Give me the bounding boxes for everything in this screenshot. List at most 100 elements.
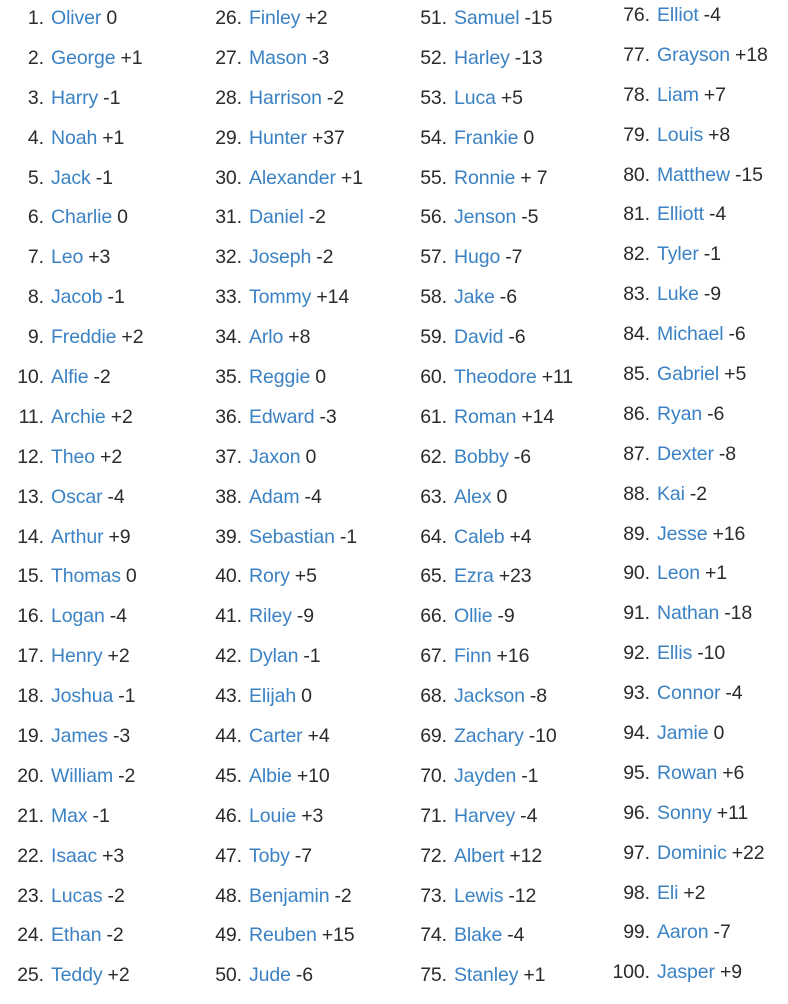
name-link[interactable]: Tyler xyxy=(657,243,699,266)
name-link[interactable]: Liam xyxy=(657,84,699,107)
name-link[interactable]: Isaac xyxy=(51,845,97,868)
name-link[interactable]: Lewis xyxy=(454,885,503,908)
name-link[interactable]: Grayson xyxy=(657,44,730,67)
name-link[interactable]: Jayden xyxy=(454,765,516,788)
name-link[interactable]: Carter xyxy=(249,725,303,748)
name-link[interactable]: Ollie xyxy=(454,605,493,628)
name-link[interactable]: Riley xyxy=(249,605,292,628)
name-link[interactable]: Daniel xyxy=(249,206,304,229)
name-link[interactable]: Elliott xyxy=(657,203,704,226)
name-link[interactable]: Ezra xyxy=(454,565,494,588)
name-link[interactable]: Jack xyxy=(51,167,91,190)
name-link[interactable]: Logan xyxy=(51,605,105,628)
name-link[interactable]: Henry xyxy=(51,645,103,668)
name-link[interactable]: Mason xyxy=(249,47,307,70)
name-link[interactable]: Hunter xyxy=(249,127,307,150)
name-link[interactable]: Oliver xyxy=(51,7,101,30)
name-link[interactable]: Samuel xyxy=(454,7,520,30)
name-link[interactable]: Albert xyxy=(454,845,504,868)
name-link[interactable]: Harry xyxy=(51,87,98,110)
name-link[interactable]: Jasper xyxy=(657,961,715,984)
name-link[interactable]: Jackson xyxy=(454,685,525,708)
name-link[interactable]: Ethan xyxy=(51,924,102,947)
name-link[interactable]: Matthew xyxy=(657,164,730,187)
name-link[interactable]: James xyxy=(51,725,108,748)
name-link[interactable]: Sonny xyxy=(657,802,712,825)
name-link[interactable]: Michael xyxy=(657,323,724,346)
name-link[interactable]: Jacob xyxy=(51,286,103,309)
name-link[interactable]: Toby xyxy=(249,845,290,868)
name-link[interactable]: Jaxon xyxy=(249,446,301,469)
name-link[interactable]: Dominic xyxy=(657,842,727,865)
name-link[interactable]: Charlie xyxy=(51,206,112,229)
name-link[interactable]: Leon xyxy=(657,562,700,585)
name-link[interactable]: Thomas xyxy=(51,565,121,588)
name-link[interactable]: Blake xyxy=(454,924,502,947)
name-link[interactable]: Dylan xyxy=(249,645,298,668)
name-link[interactable]: Tommy xyxy=(249,286,311,309)
name-link[interactable]: Louie xyxy=(249,805,296,828)
name-link[interactable]: Jenson xyxy=(454,206,516,229)
name-link[interactable]: Luke xyxy=(657,283,699,306)
name-link[interactable]: Alfie xyxy=(51,366,89,389)
name-link[interactable]: Alexander xyxy=(249,167,336,190)
name-link[interactable]: Jake xyxy=(454,286,495,309)
name-link[interactable]: Stanley xyxy=(454,964,518,987)
name-link[interactable]: Jude xyxy=(249,964,291,987)
name-link[interactable]: Jesse xyxy=(657,523,708,546)
name-link[interactable]: Connor xyxy=(657,682,720,705)
name-link[interactable]: Jamie xyxy=(657,722,709,745)
name-link[interactable]: Rowan xyxy=(657,762,717,785)
name-link[interactable]: Reggie xyxy=(249,366,310,389)
name-link[interactable]: Edward xyxy=(249,406,315,429)
name-link[interactable]: Benjamin xyxy=(249,885,330,908)
name-link[interactable]: Adam xyxy=(249,486,300,509)
name-link[interactable]: Finn xyxy=(454,645,492,668)
name-link[interactable]: Albie xyxy=(249,765,292,788)
name-link[interactable]: David xyxy=(454,326,503,349)
name-link[interactable]: Dexter xyxy=(657,443,714,466)
name-link[interactable]: Ronnie xyxy=(454,167,515,190)
name-link[interactable]: Alex xyxy=(454,486,492,509)
name-link[interactable]: Rory xyxy=(249,565,290,588)
name-link[interactable]: Arthur xyxy=(51,526,104,549)
name-link[interactable]: Luca xyxy=(454,87,496,110)
name-link[interactable]: Arlo xyxy=(249,326,283,349)
name-link[interactable]: Harvey xyxy=(454,805,515,828)
name-link[interactable]: Hugo xyxy=(454,246,500,269)
name-link[interactable]: Zachary xyxy=(454,725,524,748)
name-link[interactable]: Roman xyxy=(454,406,516,429)
name-link[interactable]: Joshua xyxy=(51,685,113,708)
name-link[interactable]: Teddy xyxy=(51,964,103,987)
name-link[interactable]: Finley xyxy=(249,7,301,30)
name-link[interactable]: Harley xyxy=(454,47,510,70)
name-link[interactable]: Sebastian xyxy=(249,526,335,549)
name-link[interactable]: Caleb xyxy=(454,526,505,549)
name-link[interactable]: Max xyxy=(51,805,88,828)
name-link[interactable]: Ryan xyxy=(657,403,702,426)
name-link[interactable]: Gabriel xyxy=(657,363,719,386)
name-link[interactable]: Freddie xyxy=(51,326,117,349)
name-link[interactable]: Oscar xyxy=(51,486,103,509)
name-link[interactable]: Harrison xyxy=(249,87,322,110)
name-link[interactable]: Kai xyxy=(657,483,685,506)
name-link[interactable]: Elliot xyxy=(657,4,699,27)
name-link[interactable]: Archie xyxy=(51,406,106,429)
name-link[interactable]: Aaron xyxy=(657,921,709,944)
name-link[interactable]: George xyxy=(51,47,116,70)
name-link[interactable]: Noah xyxy=(51,127,97,150)
name-link[interactable]: Bobby xyxy=(454,446,509,469)
name-link[interactable]: Nathan xyxy=(657,602,719,625)
name-link[interactable]: Frankie xyxy=(454,127,518,150)
name-link[interactable]: Lucas xyxy=(51,885,103,908)
name-link[interactable]: Theo xyxy=(51,446,95,469)
name-link[interactable]: Ellis xyxy=(657,642,692,665)
name-link[interactable]: Leo xyxy=(51,246,83,269)
name-link[interactable]: Reuben xyxy=(249,924,317,947)
name-link[interactable]: Elijah xyxy=(249,685,296,708)
name-link[interactable]: Theodore xyxy=(454,366,537,389)
name-link[interactable]: William xyxy=(51,765,113,788)
name-link[interactable]: Eli xyxy=(657,882,678,905)
name-link[interactable]: Joseph xyxy=(249,246,311,269)
name-link[interactable]: Louis xyxy=(657,124,703,147)
